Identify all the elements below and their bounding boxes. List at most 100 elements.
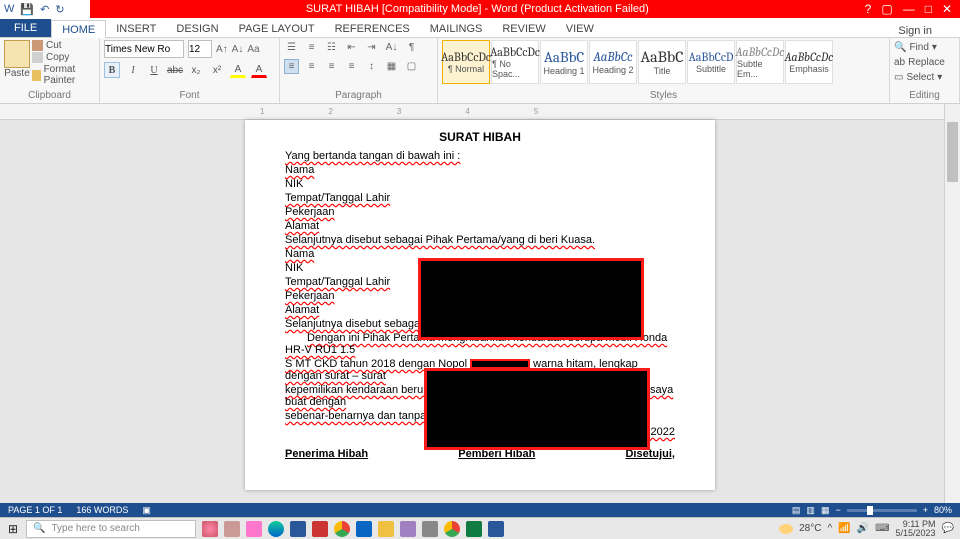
change-case-icon[interactable]: Aa — [247, 44, 259, 55]
weather-icon[interactable] — [779, 524, 793, 534]
bullets-icon[interactable]: ☰ — [284, 40, 299, 55]
maximize-icon[interactable]: □ — [925, 2, 932, 16]
mail-icon[interactable] — [356, 521, 372, 537]
align-right-icon[interactable]: ≡ — [324, 59, 339, 74]
notifications-icon[interactable]: 💬 — [942, 523, 954, 534]
tab-mailings[interactable]: MAILINGS — [420, 20, 493, 37]
cut-button[interactable]: Cut — [32, 40, 95, 51]
edge-icon[interactable] — [268, 521, 284, 537]
shrink-font-icon[interactable]: A↓ — [232, 44, 244, 55]
tab-file[interactable]: FILE — [0, 19, 51, 37]
taskbar-search[interactable]: 🔍 Type here to search — [26, 520, 196, 538]
sign-in[interactable]: Sign in — [898, 25, 960, 37]
tab-design[interactable]: DESIGN — [166, 20, 228, 37]
zoom-level[interactable]: 80% — [934, 505, 952, 515]
paste-button[interactable]: Paste — [4, 68, 30, 79]
close-icon[interactable]: ✕ — [942, 2, 952, 16]
zoom-thumb[interactable] — [867, 506, 873, 515]
tab-view[interactable]: VIEW — [556, 20, 604, 37]
sort-icon[interactable]: A↓ — [384, 40, 399, 55]
replace-button[interactable]: ab Replace — [894, 55, 955, 70]
explorer-icon[interactable] — [378, 521, 394, 537]
page-indicator[interactable]: PAGE 1 OF 1 — [8, 505, 62, 515]
vertical-scrollbar[interactable] — [944, 104, 960, 503]
word-count[interactable]: 166 WORDS — [76, 505, 128, 515]
tab-references[interactable]: REFERENCES — [325, 20, 420, 37]
weather-temp[interactable]: 28°C — [799, 523, 821, 534]
style-heading1[interactable]: AaBbCHeading 1 — [540, 40, 588, 84]
justify-icon[interactable]: ≡ — [344, 59, 359, 74]
start-button[interactable]: ⊞ — [0, 522, 26, 536]
tab-review[interactable]: REVIEW — [492, 20, 555, 37]
clock[interactable]: 9:11 PM 5/15/2023 — [896, 520, 936, 538]
tab-insert[interactable]: INSERT — [106, 20, 166, 37]
copy-button[interactable]: Copy — [32, 52, 95, 63]
style-title[interactable]: AaBbCTitle — [638, 40, 686, 84]
horizontal-ruler[interactable]: 1 2 3 4 5 — [0, 104, 944, 120]
dec-indent-icon[interactable]: ⇤ — [344, 40, 359, 55]
redo-icon[interactable]: ↻ — [55, 3, 64, 16]
zoom-in-icon[interactable]: + — [923, 505, 928, 515]
multilevel-icon[interactable]: ☷ — [324, 40, 339, 55]
style-subtitle[interactable]: AaBbCcDSubtitle — [687, 40, 735, 84]
app-icon[interactable] — [400, 521, 416, 537]
subscript-button[interactable]: x₂ — [188, 62, 204, 78]
tab-home[interactable]: HOME — [51, 20, 106, 38]
minimize-icon[interactable]: — — [903, 2, 915, 16]
proofing-icon[interactable]: ▣ — [142, 505, 151, 516]
font-name-input[interactable] — [104, 40, 184, 58]
style-heading2[interactable]: AaBbCcHeading 2 — [589, 40, 637, 84]
format-painter-button[interactable]: Format Painter — [32, 64, 95, 86]
superscript-button[interactable]: x² — [209, 62, 225, 78]
style-subtle-em[interactable]: AaBbCcDcSubtle Em... — [736, 40, 784, 84]
paste-icon[interactable] — [4, 40, 30, 68]
bold-button[interactable]: B — [104, 62, 120, 78]
style-normal[interactable]: AaBbCcDc¶ Normal — [442, 40, 490, 84]
view-print-icon[interactable]: ▤ — [792, 505, 801, 516]
highlight-button[interactable]: A — [230, 62, 246, 78]
zoom-slider[interactable] — [847, 509, 917, 512]
style-nospacing[interactable]: AaBbCcDc¶ No Spac... — [491, 40, 539, 84]
borders-icon[interactable]: ▢ — [404, 59, 419, 74]
tab-page-layout[interactable]: PAGE LAYOUT — [229, 20, 325, 37]
styles-gallery[interactable]: AaBbCcDc¶ Normal AaBbCcDc¶ No Spac... Aa… — [442, 40, 885, 84]
app-icon[interactable] — [422, 521, 438, 537]
undo-icon[interactable]: ↶ — [40, 3, 49, 16]
save-icon[interactable]: 💾 — [20, 3, 34, 16]
app-icon[interactable] — [246, 521, 262, 537]
word-icon[interactable] — [488, 521, 504, 537]
grow-font-icon[interactable]: A↑ — [216, 44, 228, 55]
app-icon[interactable] — [202, 521, 218, 537]
shading-icon[interactable]: ▦ — [384, 59, 399, 74]
chrome2-icon[interactable] — [444, 521, 460, 537]
align-left-icon[interactable]: ≡ — [284, 59, 299, 74]
chrome-icon[interactable] — [334, 521, 350, 537]
underline-button[interactable]: U — [146, 62, 162, 78]
view-web-icon[interactable]: ▦ — [821, 505, 830, 516]
ribbon-opts-icon[interactable]: ▢ — [881, 2, 892, 16]
font-size-input[interactable] — [188, 40, 212, 58]
align-center-icon[interactable]: ≡ — [304, 59, 319, 74]
lang-icon[interactable]: ⌨ — [875, 523, 889, 534]
wifi-icon[interactable]: 📶 — [838, 523, 850, 534]
line-spacing-icon[interactable]: ↕ — [364, 59, 379, 74]
select-button[interactable]: ▭ Select ▾ — [894, 70, 955, 85]
find-button[interactable]: 🔍 Find ▾ — [894, 40, 955, 55]
italic-button[interactable]: I — [125, 62, 141, 78]
style-emphasis[interactable]: AaBbCcDcEmphasis — [785, 40, 833, 84]
help-icon[interactable]: ? — [865, 2, 872, 16]
tray-chevron-icon[interactable]: ^ — [827, 523, 832, 534]
font-color-button[interactable]: A — [251, 62, 267, 78]
excel-icon[interactable] — [466, 521, 482, 537]
strike-button[interactable]: abc — [167, 62, 183, 78]
scroll-thumb[interactable] — [947, 122, 958, 182]
inc-indent-icon[interactable]: ⇥ — [364, 40, 379, 55]
view-read-icon[interactable]: ▥ — [806, 505, 815, 516]
app-icon[interactable] — [312, 521, 328, 537]
store-icon[interactable] — [290, 521, 306, 537]
show-marks-icon[interactable]: ¶ — [404, 40, 419, 55]
app-icon[interactable] — [224, 521, 240, 537]
zoom-out-icon[interactable]: − — [835, 505, 840, 515]
volume-icon[interactable]: 🔊 — [857, 523, 869, 534]
numbering-icon[interactable]: ≡ — [304, 40, 319, 55]
